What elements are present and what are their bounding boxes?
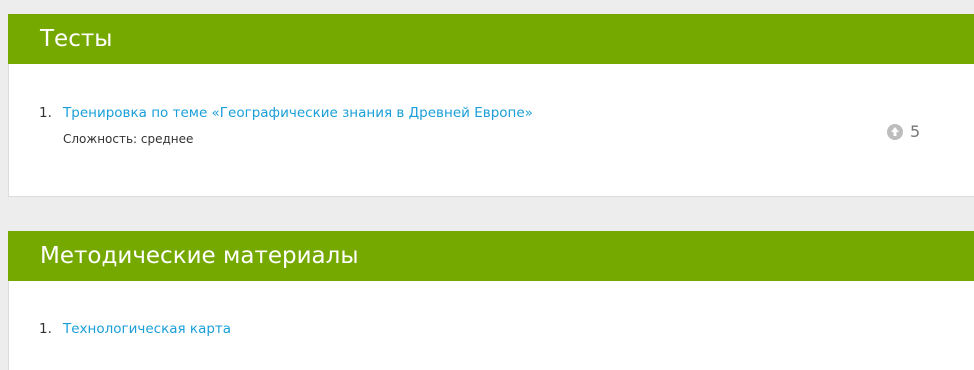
- test-difficulty: Сложность: среднее: [63, 132, 194, 146]
- methods-header: Методические материалы: [8, 231, 974, 281]
- test-score: 5: [886, 122, 920, 141]
- test-item-number: 1.: [39, 105, 52, 121]
- test-list-item: 1. Тренировка по теме «Географические зна…: [39, 105, 533, 121]
- test-link[interactable]: Тренировка по теме «Географические знани…: [63, 105, 533, 121]
- method-list-item: 1. Технологическая карта: [39, 321, 231, 337]
- score-arrow-icon: [887, 123, 903, 140]
- method-item-number: 1.: [39, 321, 52, 337]
- method-link[interactable]: Технологическая карта: [63, 321, 231, 337]
- tests-section: Тесты 1. Тренировка по теме «Географическ…: [8, 14, 974, 197]
- tests-header: Тесты: [8, 14, 974, 64]
- methods-section: Методические материалы 1. Технологическая…: [8, 231, 974, 370]
- test-score-value: 5: [910, 122, 921, 141]
